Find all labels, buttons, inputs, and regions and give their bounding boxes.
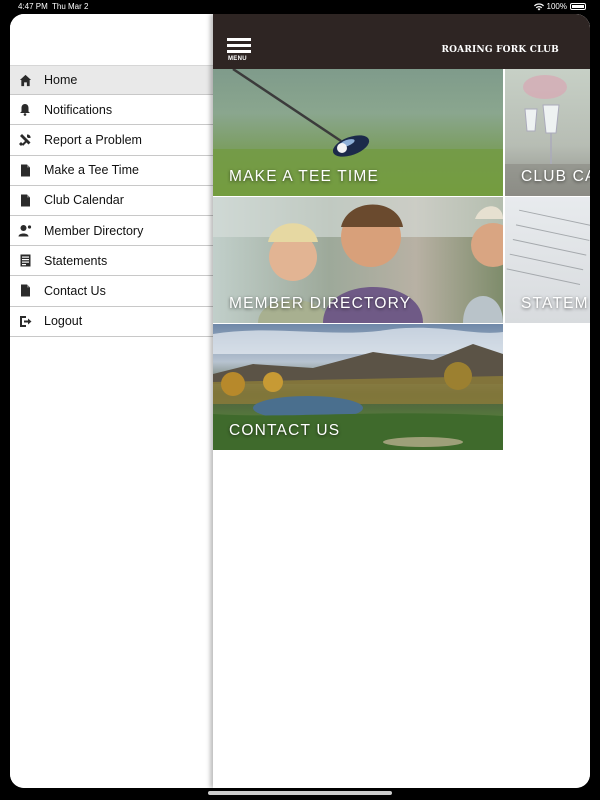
sidebar-item-report-a-problem[interactable]: Report a Problem (10, 125, 213, 156)
sidebar-item-contact-us[interactable]: Contact Us (10, 276, 213, 307)
sidebar-item-member-directory[interactable]: Member Directory (10, 216, 213, 247)
bell-icon (18, 103, 32, 117)
main-content: MENU ROARING FORK CLUB MAKE A TEE TIME C… (213, 14, 590, 788)
battery-percent: 100% (546, 2, 567, 11)
document-icon (18, 193, 32, 207)
tile-make-a-tee-time[interactable]: MAKE A TEE TIME (213, 69, 503, 196)
tile-label: STATEM (521, 295, 589, 312)
status-date: Thu Mar 2 (52, 2, 89, 11)
sidebar-menu: Home Notifications Report a Problem Make… (10, 65, 213, 337)
sidebar-item-club-calendar[interactable]: Club Calendar (10, 186, 213, 216)
sidebar-item-label: Logout (44, 314, 83, 329)
sidebar-item-label: Make a Tee Time (44, 163, 139, 178)
battery-icon (570, 3, 586, 10)
document-icon (18, 163, 32, 177)
tile-label: CLUB CA (521, 168, 590, 185)
home-icon (18, 73, 32, 87)
sidebar-item-home[interactable]: Home (10, 65, 213, 96)
home-indicator[interactable] (208, 791, 392, 795)
sidebar-item-statements[interactable]: Statements (10, 246, 213, 277)
tile-member-directory[interactable]: MEMBER DIRECTORY (213, 197, 503, 323)
statement-icon (18, 254, 32, 268)
tile-label: MAKE A TEE TIME (229, 168, 380, 185)
sidebar-item-label: Report a Problem (44, 132, 142, 147)
document-icon (18, 284, 32, 298)
sidebar-item-logout[interactable]: Logout (10, 307, 213, 337)
tile-statements[interactable]: STATEM (505, 197, 590, 323)
tile-club-calendar[interactable]: CLUB CA (505, 69, 590, 196)
status-time: 4:47 PM (18, 2, 48, 11)
status-right: 100% (533, 2, 586, 11)
app-screen: Home Notifications Report a Problem Make… (10, 14, 590, 788)
hamburger-bar (227, 44, 251, 47)
hamburger-icon (227, 38, 251, 41)
tools-icon (18, 133, 32, 147)
sidebar-item-make-a-tee-time[interactable]: Make a Tee Time (10, 156, 213, 186)
sidebar-item-label: Member Directory (44, 223, 144, 238)
tile-label: CONTACT US (229, 422, 341, 439)
sidebar: Home Notifications Report a Problem Make… (10, 14, 213, 788)
sidebar-item-notifications[interactable]: Notifications (10, 95, 213, 126)
status-bar: 4:47 PM Thu Mar 2 100% (0, 0, 600, 14)
person-icon (18, 224, 32, 238)
sidebar-item-label: Statements (44, 253, 108, 268)
hamburger-bar (227, 50, 251, 53)
sidebar-item-label: Club Calendar (44, 193, 124, 208)
sidebar-item-label: Home (44, 73, 78, 88)
menu-label: MENU (228, 56, 247, 62)
menu-button[interactable]: MENU (227, 38, 253, 64)
app-header: MENU ROARING FORK CLUB (213, 14, 590, 69)
club-brand: ROARING FORK CLUB (441, 45, 559, 55)
wifi-icon (533, 2, 544, 10)
sidebar-item-label: Contact Us (44, 283, 106, 298)
logout-icon (18, 314, 32, 328)
tile-contact-us[interactable]: CONTACT US (213, 324, 503, 450)
tile-label: MEMBER DIRECTORY (229, 295, 412, 312)
sidebar-item-label: Notifications (44, 102, 113, 117)
